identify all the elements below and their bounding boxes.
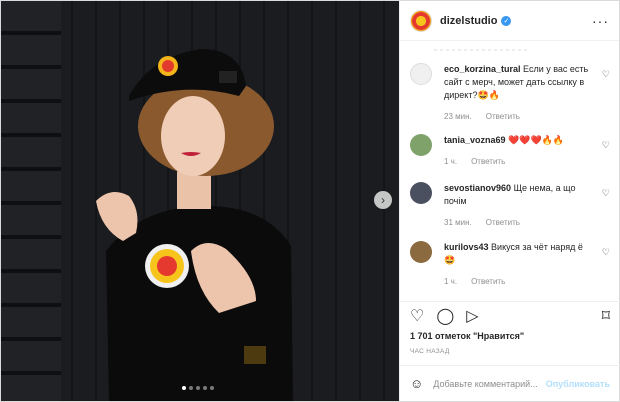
post-header: dizelstudio ✓ ··· bbox=[400, 1, 619, 41]
comment-item: tania_vozna69 ❤️❤️❤️🔥🔥 1 ч. Ответить ♡ bbox=[410, 134, 610, 168]
share-icon[interactable]: ▷ bbox=[466, 308, 478, 325]
carousel-dot bbox=[196, 386, 200, 390]
comment-text: ❤️❤️❤️🔥🔥 bbox=[508, 135, 565, 145]
author-avatar[interactable] bbox=[410, 9, 432, 32]
add-comment-bar: ☺ Опубликовать bbox=[400, 365, 620, 401]
bookmark-icon[interactable]: ⌑ bbox=[602, 308, 610, 325]
post-actions: ♡ ◯ ▷ ⌑ bbox=[400, 301, 620, 331]
commenter-avatar[interactable] bbox=[410, 241, 432, 263]
comment-like-icon[interactable]: ♡ bbox=[602, 140, 610, 151]
reply-button[interactable]: Ответить bbox=[471, 275, 505, 288]
reply-button[interactable]: Ответить bbox=[486, 110, 520, 123]
post-sidebar: dizelstudio ✓ ··· eco_korzina_tural Если… bbox=[399, 1, 620, 401]
commenter-username[interactable]: kurilovs43 bbox=[444, 242, 489, 252]
like-icon[interactable]: ♡ bbox=[410, 308, 424, 325]
carousel-dot bbox=[182, 386, 186, 390]
commenter-avatar[interactable] bbox=[410, 134, 432, 156]
comment-like-icon[interactable]: ♡ bbox=[602, 247, 610, 258]
reply-button[interactable]: Ответить bbox=[486, 216, 520, 229]
commenter-avatar[interactable] bbox=[410, 63, 432, 85]
comment-time[interactable]: 31 мин. bbox=[444, 216, 472, 229]
emoji-icon[interactable]: ☺ bbox=[410, 376, 423, 391]
comment-like-icon[interactable]: ♡ bbox=[602, 69, 610, 80]
post-timestamp: ЧАС НАЗАД bbox=[410, 348, 450, 355]
carousel-dot bbox=[210, 386, 214, 390]
author-username[interactable]: dizelstudio bbox=[440, 15, 497, 27]
instagram-post: › dizelstudio ✓ ··· eco_korzina_tural Ес… bbox=[0, 0, 620, 402]
comment-item: sevostianov960 Ще нема, а що почім 31 ми… bbox=[410, 182, 610, 229]
commenter-username[interactable]: tania_vozna69 bbox=[444, 135, 506, 145]
comments-list: eco_korzina_tural Если у вас есть сайт с… bbox=[400, 41, 620, 297]
commenter-username[interactable]: eco_korzina_tural bbox=[444, 64, 521, 74]
post-image[interactable]: › bbox=[1, 1, 399, 401]
comment-input[interactable] bbox=[433, 378, 544, 389]
more-options-icon[interactable]: ··· bbox=[592, 13, 609, 29]
commenter-username[interactable]: sevostianov960 bbox=[444, 183, 511, 193]
comment-time[interactable]: 1 ч. bbox=[444, 275, 457, 288]
commenter-avatar[interactable] bbox=[410, 182, 432, 204]
carousel-dot bbox=[203, 386, 207, 390]
publish-button[interactable]: Опубликовать bbox=[546, 379, 610, 389]
person-illustration bbox=[96, 49, 293, 401]
verified-icon: ✓ bbox=[501, 15, 512, 26]
comment-like-icon[interactable]: ♡ bbox=[602, 188, 610, 199]
likes-count[interactable]: 1 701 отметок "Нравится" bbox=[410, 331, 524, 341]
comment-icon[interactable]: ◯ bbox=[436, 308, 454, 325]
comment-item: kurilovs43 Викуся за чёт наряд ё🤩 1 ч. О… bbox=[410, 241, 610, 288]
carousel-dots bbox=[182, 386, 214, 390]
comment-time[interactable]: 1 ч. bbox=[444, 155, 457, 168]
reply-button[interactable]: Ответить bbox=[471, 155, 505, 168]
carousel-next-button[interactable]: › bbox=[374, 191, 392, 209]
comment-time[interactable]: 23 мин. bbox=[444, 110, 472, 123]
previous-comment-cut bbox=[400, 41, 620, 51]
comment-item: eco_korzina_tural Если у вас есть сайт с… bbox=[410, 63, 610, 123]
carousel-dot bbox=[189, 386, 193, 390]
